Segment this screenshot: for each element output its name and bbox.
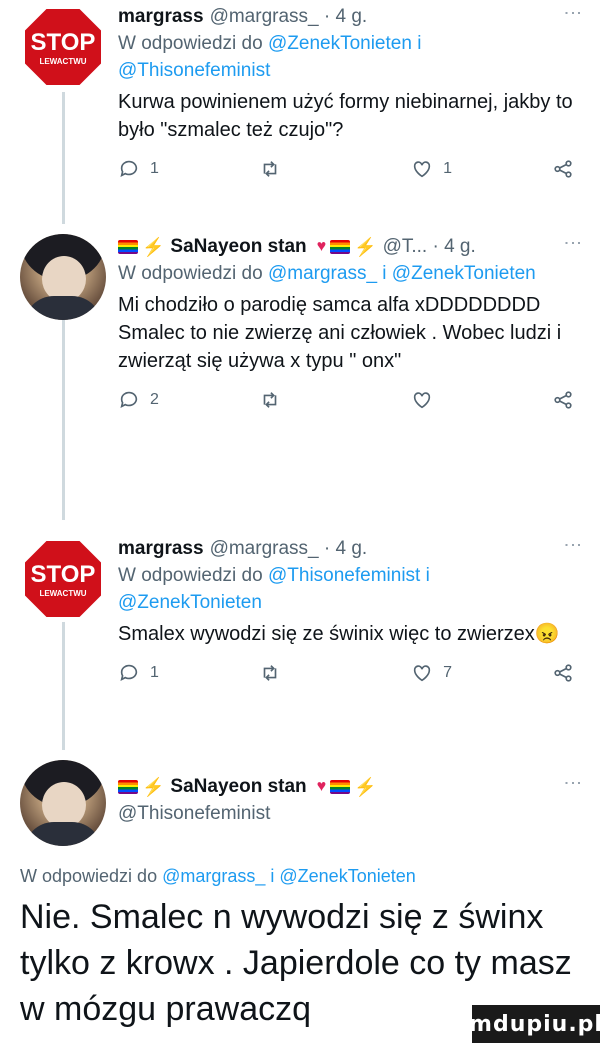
tweet-header: margrass @margrass_ · 4 g. [118,4,574,30]
stop-sign-icon: STOP LEWACTWU [20,536,106,622]
like-button[interactable]: 7 [411,662,552,684]
retweet-icon [263,392,277,408]
tweet-text: Mi chodziło o parodię samca alfa xDDDDDD… [118,294,562,372]
tweet-actions: 2 [118,389,574,411]
author-meta: @T... · 4 g. [382,236,476,257]
reply-count: 1 [150,664,159,681]
mention-link[interactable]: @margrass_ i @ZenekTonieten [162,866,416,886]
retweet-icon [263,161,277,177]
tweet-actions: 1 7 [118,662,574,684]
author-handle: @Thisonefeminist [118,803,271,824]
avatar[interactable]: STOP LEWACTWU [20,4,106,90]
lightning-icon: ⚡ [354,777,377,797]
reply-button[interactable]: 1 [118,662,259,684]
retweet-button[interactable] [259,662,411,684]
author-name[interactable]: margrass [118,536,204,562]
more-icon[interactable]: ⋮ [562,536,584,553]
heart-emoji-icon: ♥ [316,778,327,795]
reply-to: W odpowiedzi do @margrass_ i @ZenekTonie… [118,263,536,284]
heart-icon [413,161,431,178]
lightning-icon: ⚡ [142,237,165,257]
lightning-icon: ⚡ [142,777,165,797]
share-icon [554,160,572,178]
reply-button[interactable]: 1 [118,158,259,180]
avatar[interactable] [20,234,106,320]
reply-button[interactable]: 2 [118,389,259,411]
retweet-button[interactable] [259,158,411,180]
tweet-header: ⚡ SaNayeon stan ♥ ⚡ @T... · 4 g. [118,234,574,260]
reply-icon [120,160,138,177]
lewactwu-label: LEWACTWU [39,589,86,598]
avatar[interactable]: STOP LEWACTWU [20,536,106,622]
rainbow-flag-icon [118,240,138,254]
more-icon[interactable]: ⋮ [562,774,584,791]
share-button[interactable] [552,158,574,180]
mention-link[interactable]: @margrass_ i @ZenekTonieten [268,263,536,284]
more-icon[interactable]: ⋮ [562,234,584,251]
reply-to: W odpowiedzi do @margrass_ i @ZenekTonie… [20,866,416,886]
thread-line [62,610,65,750]
like-count: 1 [443,160,452,177]
thread-line [62,318,65,520]
author-name[interactable]: SaNayeon stan [170,234,306,260]
tweet-header: margrass @margrass_ · 4 g. [118,536,574,562]
lightning-icon: ⚡ [354,237,377,257]
share-icon [554,664,572,682]
like-count: 7 [443,664,452,681]
reply-count: 2 [150,391,159,408]
retweet-button[interactable] [259,389,411,411]
tweet-text: Smalex wywodzi się ze świnix więc to zwi… [118,623,560,645]
rainbow-flag-icon [118,780,138,794]
reply-to: W odpowiedzi do @Thisonefeminist i @Zene… [118,565,430,613]
reply-count: 1 [150,160,159,177]
heart-emoji-icon: ♥ [316,238,327,255]
tweet-actions: 1 1 [118,158,574,180]
lewactwu-label: LEWACTWU [39,57,86,66]
like-button[interactable]: 1 [411,158,552,180]
share-button[interactable] [552,389,574,411]
thread-line [62,92,65,224]
retweet-icon [263,665,277,681]
heart-icon [413,392,431,409]
author-name[interactable]: margrass [118,4,204,30]
watermark-logo: mdupiu.pl [469,1005,600,1043]
rainbow-flag-icon [330,780,351,794]
author-meta: @margrass_ · 4 g. [209,6,368,27]
reply-icon [120,391,138,408]
author-name[interactable]: SaNayeon stan [170,774,306,800]
like-button[interactable] [411,389,552,411]
stop-label: STOP [31,561,96,588]
heart-icon [413,665,431,682]
reply-to: W odpowiedzi do @ZenekTonieten i @Thison… [118,33,422,81]
avatar-shirt [24,296,102,320]
share-icon [554,391,572,409]
stop-sign-icon: STOP LEWACTWU [20,4,106,90]
reply-icon [120,664,138,681]
author-meta: @margrass_ · 4 g. [209,538,368,559]
avatar-shirt [24,822,102,846]
rainbow-flag-icon [330,240,351,254]
tweet-header: ⚡ SaNayeon stan ♥ ⚡ [118,774,574,800]
more-icon[interactable]: ⋮ [562,4,584,21]
share-button[interactable] [552,662,574,684]
avatar[interactable] [20,760,106,846]
stop-label: STOP [31,29,96,56]
tweet-text: Kurwa powinienem użyć formy niebinarnej,… [118,91,573,141]
